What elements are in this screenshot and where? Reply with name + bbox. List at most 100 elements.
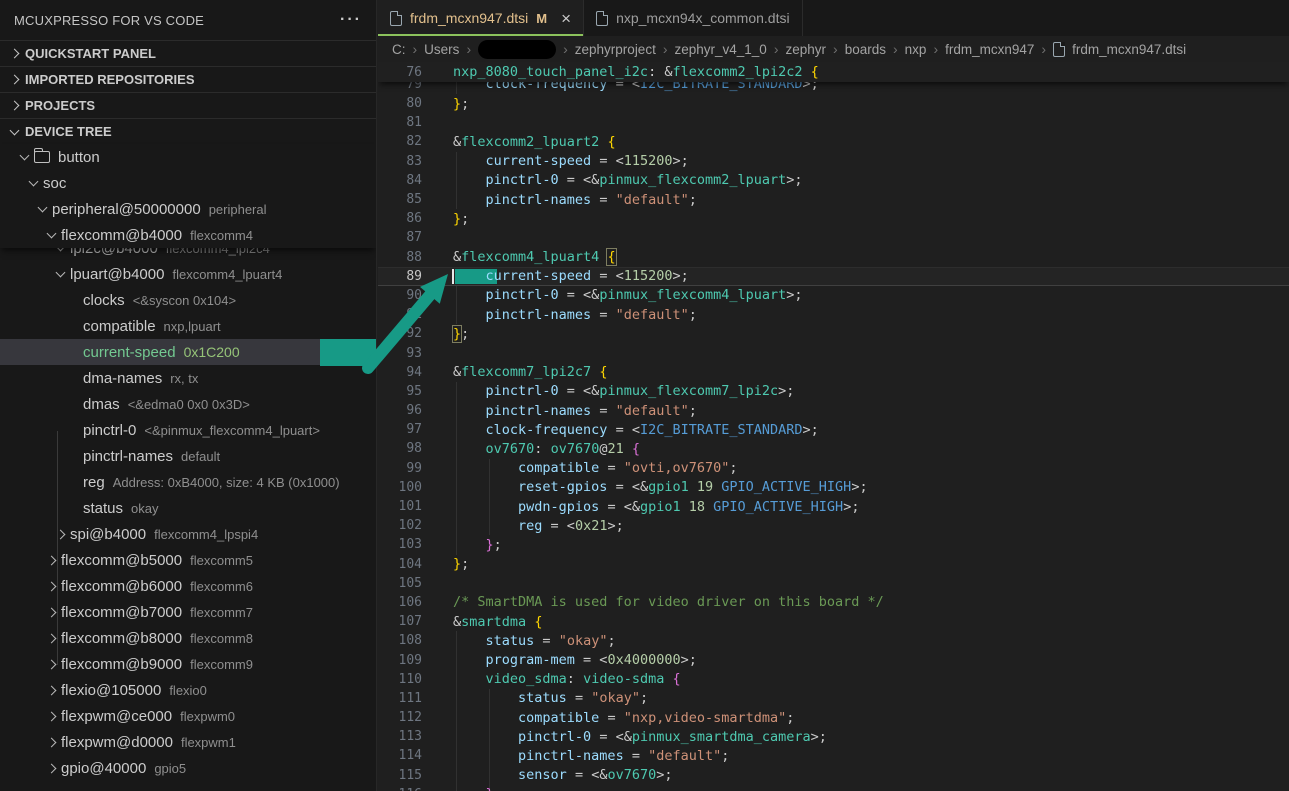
sticky-scroll-line[interactable]: 76nxp_8080_touch_panel_i2c: &flexcomm2_l… [378, 62, 1289, 82]
more-actions-icon[interactable]: ··· [340, 11, 362, 29]
code-line-116[interactable]: 116 }; [378, 785, 1289, 791]
code-line-102[interactable]: 102 reg = <0x21>; [378, 516, 1289, 535]
tree-item-dmas[interactable]: dmas<&edma0 0x0 0x3D> [0, 391, 376, 417]
code-line-87[interactable]: 87 [378, 228, 1289, 247]
line-number[interactable]: 104 [378, 557, 422, 572]
close-icon[interactable]: × [561, 10, 571, 27]
chevron-down-icon[interactable] [12, 155, 34, 159]
chevron-down-icon[interactable] [21, 181, 43, 185]
code-line-103[interactable]: 103 }; [378, 535, 1289, 554]
chevron-right-icon[interactable] [39, 713, 61, 720]
line-number[interactable]: 90 [378, 288, 422, 303]
line-number[interactable]: 97 [378, 422, 422, 437]
line-number[interactable]: 114 [378, 748, 422, 763]
code-line-84[interactable]: 84 pinctrl-0 = <&pinmux_flexcomm2_lpuart… [378, 171, 1289, 190]
tree-item-compatible[interactable]: compatiblenxp,lpuart [0, 313, 376, 339]
line-number[interactable]: 92 [378, 326, 422, 341]
code-line-88[interactable]: 88&flexcomm4_lpuart4 { [378, 248, 1289, 267]
breadcrumb-item[interactable]: frdm_mcxn947 [945, 42, 1034, 57]
tree-item-flexio-105000[interactable]: flexio@105000flexio0 [0, 677, 376, 703]
code-line-90[interactable]: 90 pinctrl-0 = <&pinmux_flexcomm4_lpuart… [378, 286, 1289, 305]
code-line-92[interactable]: 92}; [378, 324, 1289, 343]
line-number[interactable]: 91 [378, 307, 422, 322]
chevron-right-icon[interactable] [39, 765, 61, 772]
tree-item-flexcomm-b4000[interactable]: flexcomm@b4000flexcomm4 [0, 222, 376, 248]
line-number[interactable]: 102 [378, 518, 422, 533]
sidebar-section-projects[interactable]: PROJECTS [0, 92, 376, 118]
code-line-94[interactable]: 94&flexcomm7_lpi2c7 { [378, 363, 1289, 382]
line-number[interactable]: 86 [378, 211, 422, 226]
tree-item-flexpwm-ce000[interactable]: flexpwm@ce000flexpwm0 [0, 703, 376, 729]
tab-nxp-mcxn94x-common-dtsi[interactable]: nxp_mcxn94x_common.dtsi [584, 0, 803, 36]
code-line-108[interactable]: 108 status = "okay"; [378, 631, 1289, 650]
line-number[interactable]: 107 [378, 614, 422, 629]
line-number[interactable]: 93 [378, 346, 422, 361]
line-number[interactable]: 99 [378, 461, 422, 476]
line-number[interactable]: 95 [378, 384, 422, 399]
code-line-91[interactable]: 91 pinctrl-names = "default"; [378, 305, 1289, 324]
code-line-85[interactable]: 85 pinctrl-names = "default"; [378, 190, 1289, 209]
line-number[interactable]: 94 [378, 365, 422, 380]
code-line-104[interactable]: 104}; [378, 555, 1289, 574]
line-number[interactable]: 101 [378, 499, 422, 514]
line-number[interactable]: 109 [378, 653, 422, 668]
chevron-right-icon[interactable] [39, 687, 61, 694]
line-number[interactable]: 83 [378, 154, 422, 169]
code-line-81[interactable]: 81 [378, 113, 1289, 132]
tree-item-lpuart-b4000[interactable]: lpuart@b4000flexcomm4_lpuart4 [0, 261, 376, 287]
chevron-down-icon[interactable] [39, 233, 61, 237]
sidebar-section-device-tree[interactable]: DEVICE TREE [0, 118, 376, 144]
code-line-80[interactable]: 80}; [378, 94, 1289, 113]
line-number[interactable]: 103 [378, 537, 422, 552]
line-number[interactable]: 80 [378, 96, 422, 111]
line-number[interactable]: 106 [378, 595, 422, 610]
line-number[interactable]: 110 [378, 672, 422, 687]
line-number[interactable]: 96 [378, 403, 422, 418]
line-number[interactable]: 100 [378, 480, 422, 495]
code-line-107[interactable]: 107&smartdma { [378, 612, 1289, 631]
line-number[interactable]: 116 [378, 787, 422, 791]
breadcrumb-redacted-item[interactable] [478, 40, 556, 59]
tree-item-soc[interactable]: soc [0, 170, 376, 196]
chevron-down-icon[interactable] [48, 272, 70, 276]
line-number[interactable]: 76 [378, 65, 422, 80]
line-number[interactable]: 112 [378, 710, 422, 725]
line-number[interactable]: 81 [378, 115, 422, 130]
tree-item-button[interactable]: button [0, 144, 376, 170]
breadcrumb-item[interactable]: zephyr_v4_1_0 [675, 42, 767, 57]
code-line-96[interactable]: 96 pinctrl-names = "default"; [378, 401, 1289, 420]
code-line-112[interactable]: 112 compatible = "nxp,video-smartdma"; [378, 708, 1289, 727]
tree-item-flexpwm-d0000[interactable]: flexpwm@d0000flexpwm1 [0, 729, 376, 755]
chevron-right-icon[interactable] [48, 531, 70, 538]
line-number[interactable]: 98 [378, 441, 422, 456]
line-number[interactable]: 111 [378, 691, 422, 706]
code-line-105[interactable]: 105 [378, 574, 1289, 593]
chevron-down-icon[interactable] [30, 207, 52, 211]
code-line-113[interactable]: 113 pinctrl-0 = <&pinmux_smartdma_camera… [378, 727, 1289, 746]
code-line-82[interactable]: 82&flexcomm2_lpuart2 { [378, 132, 1289, 151]
breadcrumb-item[interactable]: Users [424, 42, 459, 57]
tree-item-dma-names[interactable]: dma-namesrx, tx [0, 365, 376, 391]
code-line-101[interactable]: 101 pwdn-gpios = <&gpio1 18 GPIO_ACTIVE_… [378, 497, 1289, 516]
line-number[interactable]: 88 [378, 250, 422, 265]
line-number[interactable]: 89 [378, 269, 422, 284]
code-line-114[interactable]: 114 pinctrl-names = "default"; [378, 746, 1289, 765]
code-line-86[interactable]: 86}; [378, 209, 1289, 228]
code-line-111[interactable]: 111 status = "okay"; [378, 689, 1289, 708]
breadcrumb-item[interactable]: nxp [905, 42, 927, 57]
breadcrumb-item[interactable]: frdm_mcxn947.dtsi [1072, 42, 1186, 57]
line-number[interactable]: 85 [378, 192, 422, 207]
line-number[interactable]: 105 [378, 576, 422, 591]
line-number[interactable]: 113 [378, 729, 422, 744]
breadcrumb-item[interactable]: C: [392, 42, 406, 57]
tree-item-peripheral-50000000[interactable]: peripheral@50000000peripheral [0, 196, 376, 222]
breadcrumb-item[interactable]: zephyr [786, 42, 827, 57]
tree-item-gpio-40000[interactable]: gpio@40000gpio5 [0, 755, 376, 781]
sidebar-section-imported-repositories[interactable]: IMPORTED REPOSITORIES [0, 66, 376, 92]
line-number[interactable]: 79 [378, 82, 422, 92]
breadcrumb-item[interactable]: zephyrproject [575, 42, 656, 57]
sidebar-section-quickstart-panel[interactable]: QUICKSTART PANEL [0, 40, 376, 66]
line-number[interactable]: 115 [378, 768, 422, 783]
code-line-99[interactable]: 99 compatible = "ovti,ov7670"; [378, 459, 1289, 478]
code-line-83[interactable]: 83 current-speed = <115200>; [378, 152, 1289, 171]
